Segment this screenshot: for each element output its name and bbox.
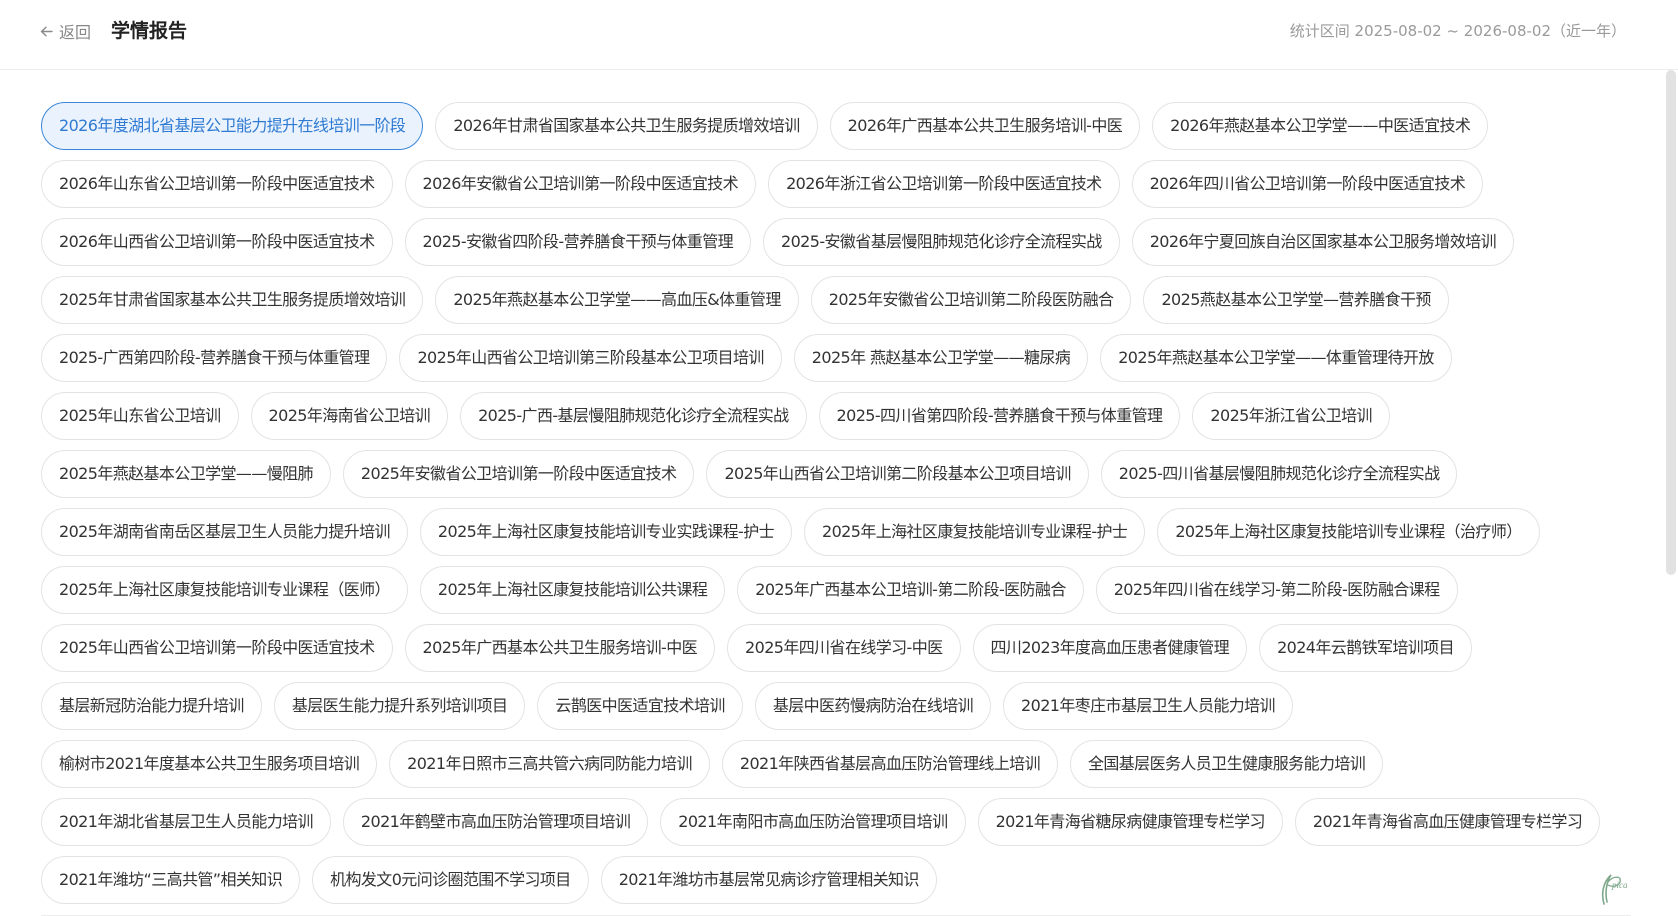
program-chip[interactable]: 2025年湖南省南岳区基层卫生人员能力提升培训	[41, 508, 408, 556]
program-chip[interactable]: 榆树市2021年度基本公共卫生服务项目培训	[41, 740, 378, 788]
program-chip[interactable]: 2026年安徽省公卫培训第一阶段中医适宜技术	[404, 160, 757, 208]
program-chip[interactable]: 2025年四川省在线学习-中医	[727, 624, 961, 672]
program-chip[interactable]: 2025-四川省第四阶段-营养膳食干预与体重管理	[818, 392, 1181, 440]
program-chip[interactable]: 2024年云鹊铁军培训项目	[1259, 624, 1472, 672]
program-chip[interactable]: 2025年燕赵基本公卫学堂——慢阻肺	[41, 450, 331, 498]
program-chip[interactable]: 机构发文0元问诊圈范围不学习项目	[312, 856, 589, 904]
program-chip[interactable]: 2025-四川省基层慢阻肺规范化诊疗全流程实战	[1100, 450, 1458, 498]
program-chip-list: 2026年度湖北省基层公卫能力提升在线培训一阶段 2026年甘肃省国家基本公共卫生…	[41, 102, 1621, 904]
program-chip[interactable]: 2025-广西第四阶段-营养膳食干预与体重管理	[41, 334, 388, 382]
program-chip[interactable]: 2021年湖北省基层卫生人员能力培训	[41, 798, 331, 846]
program-chip[interactable]: 2025年燕赵基本公卫学堂——高血压&体重管理	[435, 276, 799, 324]
program-chip[interactable]: 2025年海南省公卫培训	[250, 392, 449, 440]
program-chip[interactable]: 2021年枣庄市基层卫生人员能力培训	[1003, 682, 1293, 730]
program-chip[interactable]: 2025燕赵基本公卫学堂—营养膳食干预	[1143, 276, 1449, 324]
program-chip[interactable]: 2025年四川省在线学习-第二阶段-医防融合课程	[1095, 566, 1458, 614]
program-chip[interactable]: 2025年广西基本公共卫生服务培训-中医	[404, 624, 716, 672]
scrollbar-thumb[interactable]	[1666, 70, 1676, 575]
back-button[interactable]: 返回	[40, 20, 91, 42]
program-chip[interactable]: 2025年山西省公卫培训第一阶段中医适宜技术	[41, 624, 393, 672]
program-chip[interactable]: 基层新冠防治能力提升培训	[41, 682, 262, 730]
program-chip-selected[interactable]: 2026年度湖北省基层公卫能力提升在线培训一阶段	[41, 102, 424, 150]
program-chip[interactable]: 2026年山东省公卫培训第一阶段中医适宜技术	[41, 160, 393, 208]
program-chip[interactable]: 2021年青海省糖尿病健康管理专栏学习	[977, 798, 1283, 846]
program-chip[interactable]: 2021年青海省高血压健康管理专栏学习	[1294, 798, 1601, 846]
watermark-text: pica	[1611, 880, 1628, 890]
program-chip[interactable]: 2021年鹤壁市高血压防治管理项目培训	[342, 798, 649, 846]
program-chip[interactable]: 2021年日照市三高共管六病同防能力培训	[389, 740, 710, 788]
back-label: 返回	[59, 23, 92, 42]
program-chip[interactable]: 2025-安徽省基层慢阻肺规范化诊疗全流程实战	[763, 218, 1120, 266]
program-chip[interactable]: 2026年浙江省公卫培训第一阶段中医适宜技术	[768, 160, 1120, 208]
program-chip[interactable]: 2025-安徽省四阶段-营养膳食干预与体重管理	[404, 218, 751, 266]
pica-logo-icon: pica	[1594, 866, 1634, 908]
program-chip[interactable]: 2025年浙江省公卫培训	[1192, 392, 1390, 440]
program-chip[interactable]: 2025年山东省公卫培训	[41, 392, 239, 440]
program-chip[interactable]: 云鹊医中医适宜技术培训	[537, 682, 743, 730]
arrow-left-icon	[40, 26, 53, 36]
program-chip[interactable]: 2025年广西基本公卫培训-第二阶段-医防融合	[737, 566, 1084, 614]
program-chip[interactable]: 基层医生能力提升系列培训项目	[273, 682, 526, 730]
program-chip[interactable]: 四川2023年度高血压患者健康管理	[972, 624, 1248, 672]
program-chip[interactable]: 全国基层医务人员卫生健康服务能力培训	[1069, 740, 1384, 788]
date-range-label: 统计区间 2025-08-02 ~ 2026-08-02（近一年）	[1289, 22, 1626, 40]
program-chip[interactable]: 2025年燕赵基本公卫学堂——体重管理待开放	[1100, 334, 1452, 382]
program-chip[interactable]: 2026年四川省公卫培训第一阶段中医适宜技术	[1131, 160, 1484, 208]
program-chip[interactable]: 2025年上海社区康复技能培训专业实践课程-护士	[419, 508, 793, 556]
program-chip[interactable]: 2025年安徽省公卫培训第二阶段医防融合	[810, 276, 1132, 324]
program-chip[interactable]: 基层中医药慢病防治在线培训	[754, 682, 992, 730]
program-chip[interactable]: 2025年甘肃省国家基本公共卫生服务提质增效培训	[41, 276, 424, 324]
program-chip[interactable]: 2026年燕赵基本公卫学堂——中医适宜技术	[1152, 102, 1489, 150]
program-chip[interactable]: 2021年潍坊市基层常见病诊疗管理相关知识	[600, 856, 937, 904]
program-chip[interactable]: 2025年上海社区康复技能培训专业课程-护士	[804, 508, 1146, 556]
program-chip[interactable]: 2025-广西-基层慢阻肺规范化诊疗全流程实战	[460, 392, 807, 440]
page-title: 学情报告	[111, 20, 188, 42]
program-chip[interactable]: 2026年宁夏回族自治区国家基本公卫服务增效培训	[1131, 218, 1515, 266]
program-chip[interactable]: 2025年山西省公卫培训第二阶段基本公卫项目培训	[706, 450, 1089, 498]
program-chip[interactable]: 2025年上海社区康复技能培训公共课程	[419, 566, 726, 614]
program-list-area: 2026年度湖北省基层公卫能力提升在线培训一阶段 2026年甘肃省国家基本公共卫生…	[41, 102, 1621, 904]
program-chip[interactable]: 2021年陕西省基层高血压防治管理线上培训	[721, 740, 1058, 788]
program-chip[interactable]: 2026年甘肃省国家基本公共卫生服务提质增效培训	[435, 102, 818, 150]
program-chip[interactable]: 2021年潍坊“三高共管”相关知识	[41, 856, 301, 904]
header-bar: 返回 学情报告 统计区间 2025-08-02 ~ 2026-08-02（近一年…	[0, 0, 1678, 70]
program-chip[interactable]: 2025年上海社区康复技能培训专业课程（治疗师）	[1157, 508, 1540, 556]
program-chip[interactable]: 2025年 燕赵基本公卫学堂——糖尿病	[793, 334, 1089, 382]
program-chip[interactable]: 2025年安徽省公卫培训第一阶段中医适宜技术	[342, 450, 695, 498]
program-chip[interactable]: 2021年南阳市高血压防治管理项目培训	[660, 798, 966, 846]
program-chip[interactable]: 2025年山西省公卫培训第三阶段基本公卫项目培训	[399, 334, 782, 382]
program-chip[interactable]: 2026年山西省公卫培训第一阶段中医适宜技术	[41, 218, 393, 266]
program-chip[interactable]: 2026年广西基本公共卫生服务培训-中医	[829, 102, 1141, 150]
report-page: 返回 学情报告 统计区间 2025-08-02 ~ 2026-08-02（近一年…	[0, 0, 1678, 916]
program-chip[interactable]: 2025年上海社区康复技能培训专业课程（医师）	[41, 566, 408, 614]
